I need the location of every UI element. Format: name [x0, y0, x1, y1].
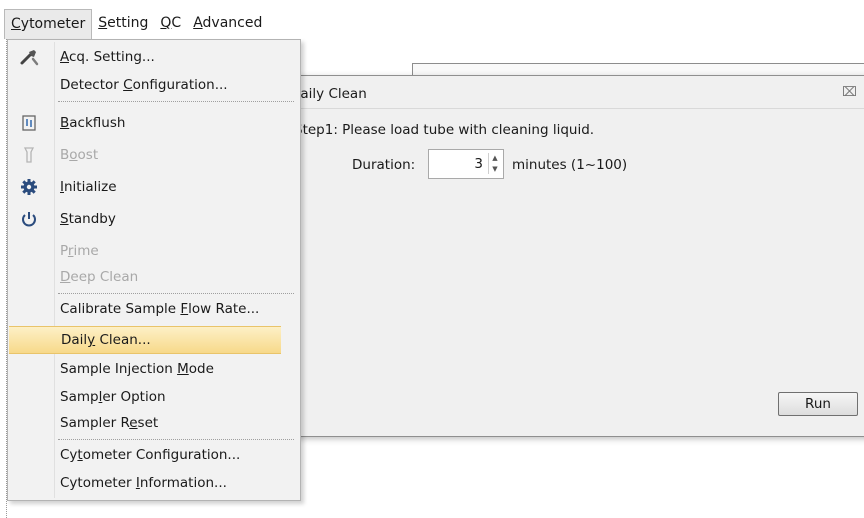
menu-item-label: Detector Configuration...: [60, 77, 228, 93]
menu-item-label: Deep Clean: [60, 269, 139, 285]
menu-qc-accel: Q: [160, 15, 172, 31]
menu-item-label: Acq. Setting...: [60, 49, 155, 65]
menu-item-label: Cytometer Configuration...: [60, 447, 241, 463]
menu-advanced[interactable]: Advanced: [187, 9, 268, 37]
menu-item-sample-injection-mode[interactable]: Sample Injection Mode: [8, 356, 300, 382]
menu-item-label: Daily Clean...: [61, 332, 151, 348]
duration-stepper[interactable]: 3 ▲ ▼: [428, 149, 504, 179]
menu-item-daily-clean[interactable]: Daily Clean...: [9, 326, 281, 354]
close-icon[interactable]: ⌧: [842, 85, 857, 100]
menu-item-label: Sampler Reset: [60, 415, 159, 431]
menu-item-backflush[interactable]: Backflush: [8, 110, 300, 136]
menu-item-label: Prime: [60, 243, 99, 259]
menu-cytometer-accel: C: [11, 15, 21, 32]
daily-clean-dialog: Daily Clean ⌧ Step1: Please load tube wi…: [281, 75, 864, 437]
menu-item-label: Standby: [60, 211, 116, 227]
gear-icon: [18, 176, 40, 198]
duration-label: Duration:: [352, 157, 416, 173]
menu-cytometer-label: ytometer: [20, 15, 86, 32]
stepper-arrows[interactable]: ▲ ▼: [488, 153, 501, 174]
power-icon: [18, 208, 40, 230]
menu-item-cytometer-configuration[interactable]: Cytometer Configuration...: [8, 442, 300, 468]
menu-item-sampler-option[interactable]: Sampler Option: [8, 384, 300, 410]
menu-setting[interactable]: Setting: [92, 9, 154, 37]
menu-bar: Cytometer Setting QC Advanced: [4, 8, 268, 39]
boost-icon: [18, 144, 40, 166]
menu-item-label: Cytometer Information...: [60, 475, 227, 491]
menu-qc[interactable]: QC: [154, 9, 187, 37]
menu-item-boost: Boost: [8, 142, 300, 168]
menu-item-label: Sample Injection Mode: [60, 361, 214, 377]
duration-units: minutes (1~100): [512, 157, 628, 173]
menu-separator: [58, 101, 294, 102]
menu-item-prime: Prime: [8, 238, 300, 264]
menu-item-detector-configuration[interactable]: Detector Configuration...: [8, 72, 300, 98]
menu-separator: [58, 293, 294, 294]
menu-advanced-accel: A: [193, 15, 203, 31]
menu-item-initialize[interactable]: Initialize: [8, 174, 300, 200]
menu-separator: [58, 439, 294, 440]
menu-advanced-label: dvanced: [202, 15, 263, 31]
menu-item-label: Backflush: [60, 115, 126, 131]
dialog-title: Daily Clean: [290, 86, 367, 102]
menu-item-label: Calibrate Sample Flow Rate...: [60, 301, 260, 317]
menu-item-sampler-reset[interactable]: Sampler Reset: [8, 410, 300, 436]
menu-item-label: Sampler Option: [60, 389, 166, 405]
cytometer-dropdown-menu: Acq. Setting... Detector Configuration..…: [7, 39, 301, 501]
menu-item-cytometer-information[interactable]: Cytometer Information...: [8, 470, 300, 496]
step-instruction: Step1: Please load tube with cleaning li…: [294, 122, 595, 138]
stepper-down-icon[interactable]: ▼: [492, 165, 497, 173]
menu-item-label: Initialize: [60, 179, 117, 195]
run-button[interactable]: Run: [778, 392, 858, 416]
menu-setting-accel: S: [98, 15, 108, 31]
stepper-up-icon[interactable]: ▲: [492, 154, 497, 162]
menu-cytometer[interactable]: Cytometer: [4, 8, 93, 39]
duration-value[interactable]: 3: [474, 156, 483, 172]
menu-item-acq-setting[interactable]: Acq. Setting...: [8, 44, 300, 70]
backflush-icon: [18, 112, 40, 134]
menu-setting-label: etting: [107, 15, 149, 31]
menu-item-calibrate-sample-flow-rate[interactable]: Calibrate Sample Flow Rate...: [8, 296, 300, 322]
menu-item-standby[interactable]: Standby: [8, 206, 300, 232]
wrench-icon: [18, 46, 40, 68]
menu-item-label: Boost: [60, 147, 99, 163]
menu-item-deep-clean: Deep Clean: [8, 264, 300, 290]
menu-qc-label: C: [171, 15, 182, 31]
